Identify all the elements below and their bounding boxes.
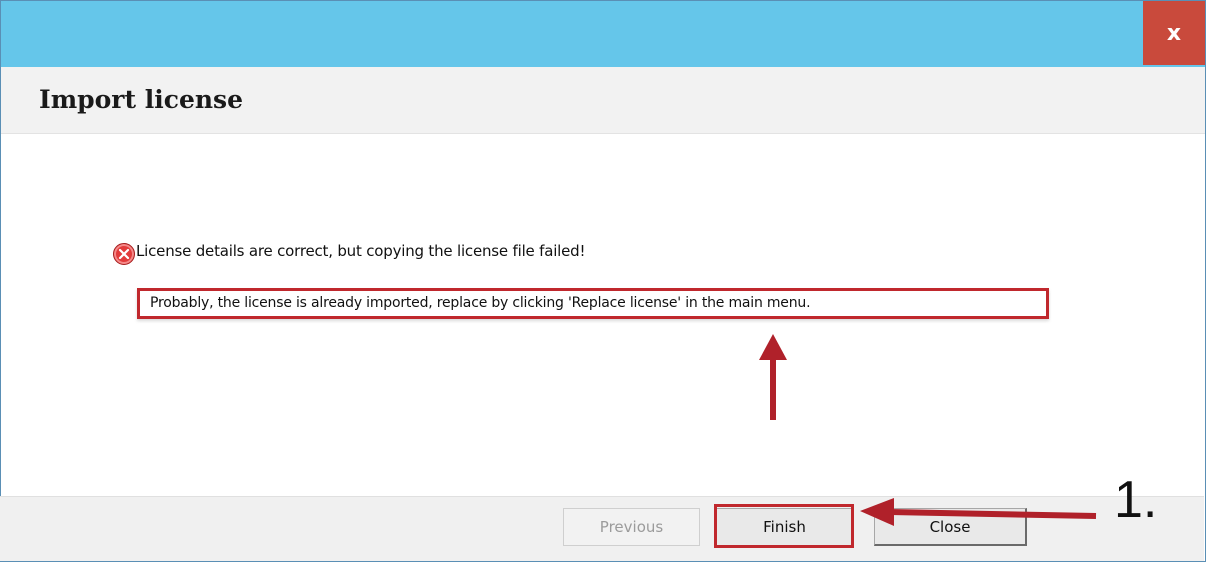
page-title: Import license — [39, 85, 244, 114]
window-close-button[interactable]: x — [1143, 1, 1205, 65]
error-message: License details are correct, but copying… — [136, 242, 586, 260]
arrow-up-icon — [759, 334, 787, 420]
arrow-left-icon — [860, 498, 1097, 526]
previous-button[interactable]: Previous — [563, 508, 700, 546]
close-icon: x — [1166, 20, 1182, 46]
finish-highlight-box — [714, 504, 854, 548]
dialog-header: Import license — [1, 67, 1205, 134]
title-bar[interactable]: x — [1, 1, 1205, 67]
import-license-dialog: x Import license — [0, 0, 1206, 562]
error-circle-icon — [113, 243, 135, 265]
detail-message: Probably, the license is already importe… — [150, 295, 811, 311]
step-number-label: 1. — [1114, 471, 1158, 529]
